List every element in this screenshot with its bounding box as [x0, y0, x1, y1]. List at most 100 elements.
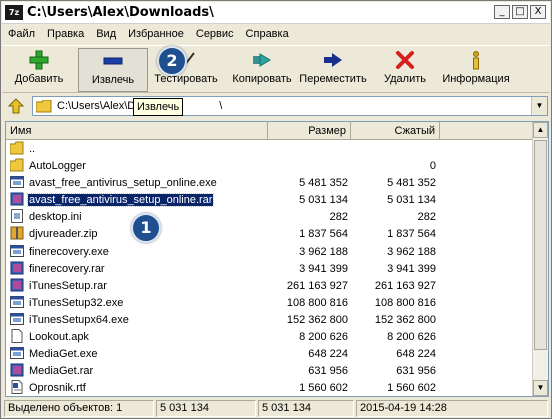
file-row[interactable]: Oprosnik.rtf 1 560 602 1 560 602 — [6, 380, 534, 396]
extract-button[interactable]: Извлечь — [78, 48, 148, 92]
rar-icon — [10, 261, 24, 275]
status-size: 5 031 134 — [156, 400, 256, 417]
file-packed-size: 631 956 — [396, 365, 436, 378]
menu-edit[interactable]: Правка — [41, 26, 90, 44]
file-size: 1 837 564 — [299, 228, 348, 241]
seven-zip-window: 7z C:\Users\Alex\Downloads\ _ □ X Файл П… — [0, 0, 552, 419]
exe-icon — [10, 346, 24, 360]
folder-up-icon — [9, 141, 24, 155]
address-dropdown-arrow[interactable]: ▼ — [531, 97, 547, 115]
file-name: djvureader.zip — [29, 228, 98, 241]
file-name-cell: Lookout.apk — [10, 329, 265, 346]
copy-button[interactable]: Копировать — [226, 48, 298, 92]
exe-icon — [10, 312, 24, 326]
rar-icon — [10, 192, 24, 206]
file-row[interactable]: Lookout.apk 8 200 626 8 200 626 — [6, 329, 534, 346]
file-row[interactable]: desktop.ini 282 282 — [6, 209, 534, 226]
zip-icon — [10, 226, 24, 240]
file-name: avast_free_antivirus_setup_online.exe — [29, 177, 217, 190]
file-size: 5 031 134 — [299, 194, 348, 207]
exe-icon — [10, 295, 24, 309]
file-name: finerecovery.exe — [29, 245, 109, 258]
file-row[interactable]: .. — [6, 141, 534, 158]
status-packed: 5 031 134 — [258, 400, 354, 417]
annotation-badge-1: 1 — [131, 213, 161, 243]
delete-x-icon — [396, 51, 414, 69]
vertical-scrollbar[interactable]: ▲ ▼ — [532, 122, 548, 396]
file-packed-size: 5 031 134 — [387, 194, 436, 207]
status-bar: Выделено объектов: 1 5 031 134 5 031 134… — [2, 399, 550, 418]
file-row[interactable]: iTunesSetupx64.exe 152 362 800 152 362 800 — [6, 312, 534, 329]
folder-icon — [36, 100, 52, 113]
file-name-cell: iTunesSetup.rar — [10, 278, 265, 295]
file-packed-size: 648 224 — [396, 348, 436, 361]
file-size: 3 962 188 — [299, 245, 348, 258]
file-row[interactable]: MediaGet.rar 631 956 631 956 — [6, 363, 534, 380]
file-packed-size: 3 941 399 — [387, 262, 436, 275]
move-button-label: Переместить — [299, 73, 367, 85]
file-name: MediaGet.exe — [29, 348, 98, 361]
menu-help[interactable]: Справка — [240, 26, 295, 44]
file-size: 5 481 352 — [299, 177, 348, 190]
column-size-header[interactable]: Размер — [268, 122, 351, 140]
scroll-down-arrow[interactable]: ▼ — [533, 380, 548, 396]
file-packed-size: 8 200 626 — [387, 331, 436, 344]
file-packed-size: 3 962 188 — [387, 245, 436, 258]
file-name-cell: Oprosnik.rtf — [10, 380, 265, 396]
file-row[interactable]: djvureader.zip 1 837 564 1 837 564 — [6, 226, 534, 243]
scroll-thumb[interactable] — [534, 140, 547, 350]
file-row[interactable]: finerecovery.rar 3 941 399 3 941 399 — [6, 261, 534, 278]
address-bar[interactable]: C:\Users\Alex\D \ ▼ — [32, 96, 548, 116]
maximize-button[interactable]: □ — [512, 5, 528, 19]
file-packed-size: 0 — [429, 160, 436, 173]
file-name-cell: AutoLogger — [9, 158, 265, 175]
file-name: AutoLogger — [29, 160, 86, 173]
move-arrow-icon — [324, 53, 342, 67]
file-name: MediaGet.rar — [29, 365, 94, 378]
file-row[interactable]: AutoLogger 0 — [6, 158, 534, 175]
file-packed-size: 5 481 352 — [387, 177, 436, 190]
copy-arrow-icon — [253, 53, 271, 67]
file-name: iTunesSetupx64.exe — [29, 313, 129, 326]
file-packed-size: 108 800 816 — [374, 296, 436, 309]
delete-button[interactable]: Удалить — [376, 48, 434, 92]
annotation-badge-2: 2 — [157, 46, 187, 76]
file-row[interactable]: MediaGet.exe 648 224 648 224 — [6, 346, 534, 363]
file-name-cell: .. — [9, 141, 265, 158]
up-folder-button[interactable] — [6, 97, 26, 115]
column-packed-header[interactable]: Сжатый — [351, 122, 440, 140]
column-name-header[interactable]: Имя — [6, 122, 268, 140]
info-button[interactable]: Информация — [440, 48, 512, 92]
file-name-cell: finerecovery.rar — [10, 261, 265, 278]
add-button[interactable]: Добавить — [8, 48, 70, 92]
exe-icon — [10, 244, 24, 258]
toolbar: Добавить Извлечь Тестировать Копировать … — [2, 45, 550, 93]
window-controls: _ □ X — [494, 5, 546, 19]
menu-file[interactable]: Файл — [2, 26, 41, 44]
file-packed-size: 261 163 927 — [374, 279, 436, 292]
rar-icon — [10, 363, 24, 377]
copy-button-label: Копировать — [232, 73, 292, 85]
file-name: desktop.ini — [29, 211, 82, 224]
file-list[interactable]: Имя Размер Сжатый .. AutoLogger 0 avast_fre… — [5, 121, 549, 397]
seven-zip-app-icon: 7z — [5, 5, 23, 20]
file-name: iTunesSetup32.exe — [29, 296, 124, 309]
delete-button-label: Удалить — [384, 73, 426, 85]
file-row[interactable]: iTunesSetup32.exe 108 800 816 108 800 816 — [6, 295, 534, 312]
move-button[interactable]: Переместить — [296, 48, 370, 92]
file-row[interactable]: iTunesSetup.rar 261 163 927 261 163 927 — [6, 278, 534, 295]
file-row[interactable]: finerecovery.exe 3 962 188 3 962 188 — [6, 244, 534, 261]
rar-icon — [10, 278, 24, 292]
menu-tools[interactable]: Сервис — [190, 26, 240, 44]
menu-favorites[interactable]: Избранное — [122, 26, 190, 44]
menu-view[interactable]: Вид — [90, 26, 122, 44]
file-row[interactable]: avast_free_antivirus_setup_online.rar 5 0… — [6, 192, 534, 209]
file-size: 3 941 399 — [299, 262, 348, 275]
file-size: 152 362 800 — [286, 313, 348, 326]
scroll-up-arrow[interactable]: ▲ — [533, 122, 548, 138]
file-row[interactable]: avast_free_antivirus_setup_online.exe 5 4… — [6, 175, 534, 192]
info-icon — [473, 51, 479, 70]
close-button[interactable]: X — [530, 5, 546, 19]
minimize-button[interactable]: _ — [494, 5, 510, 19]
file-icon — [10, 329, 24, 344]
